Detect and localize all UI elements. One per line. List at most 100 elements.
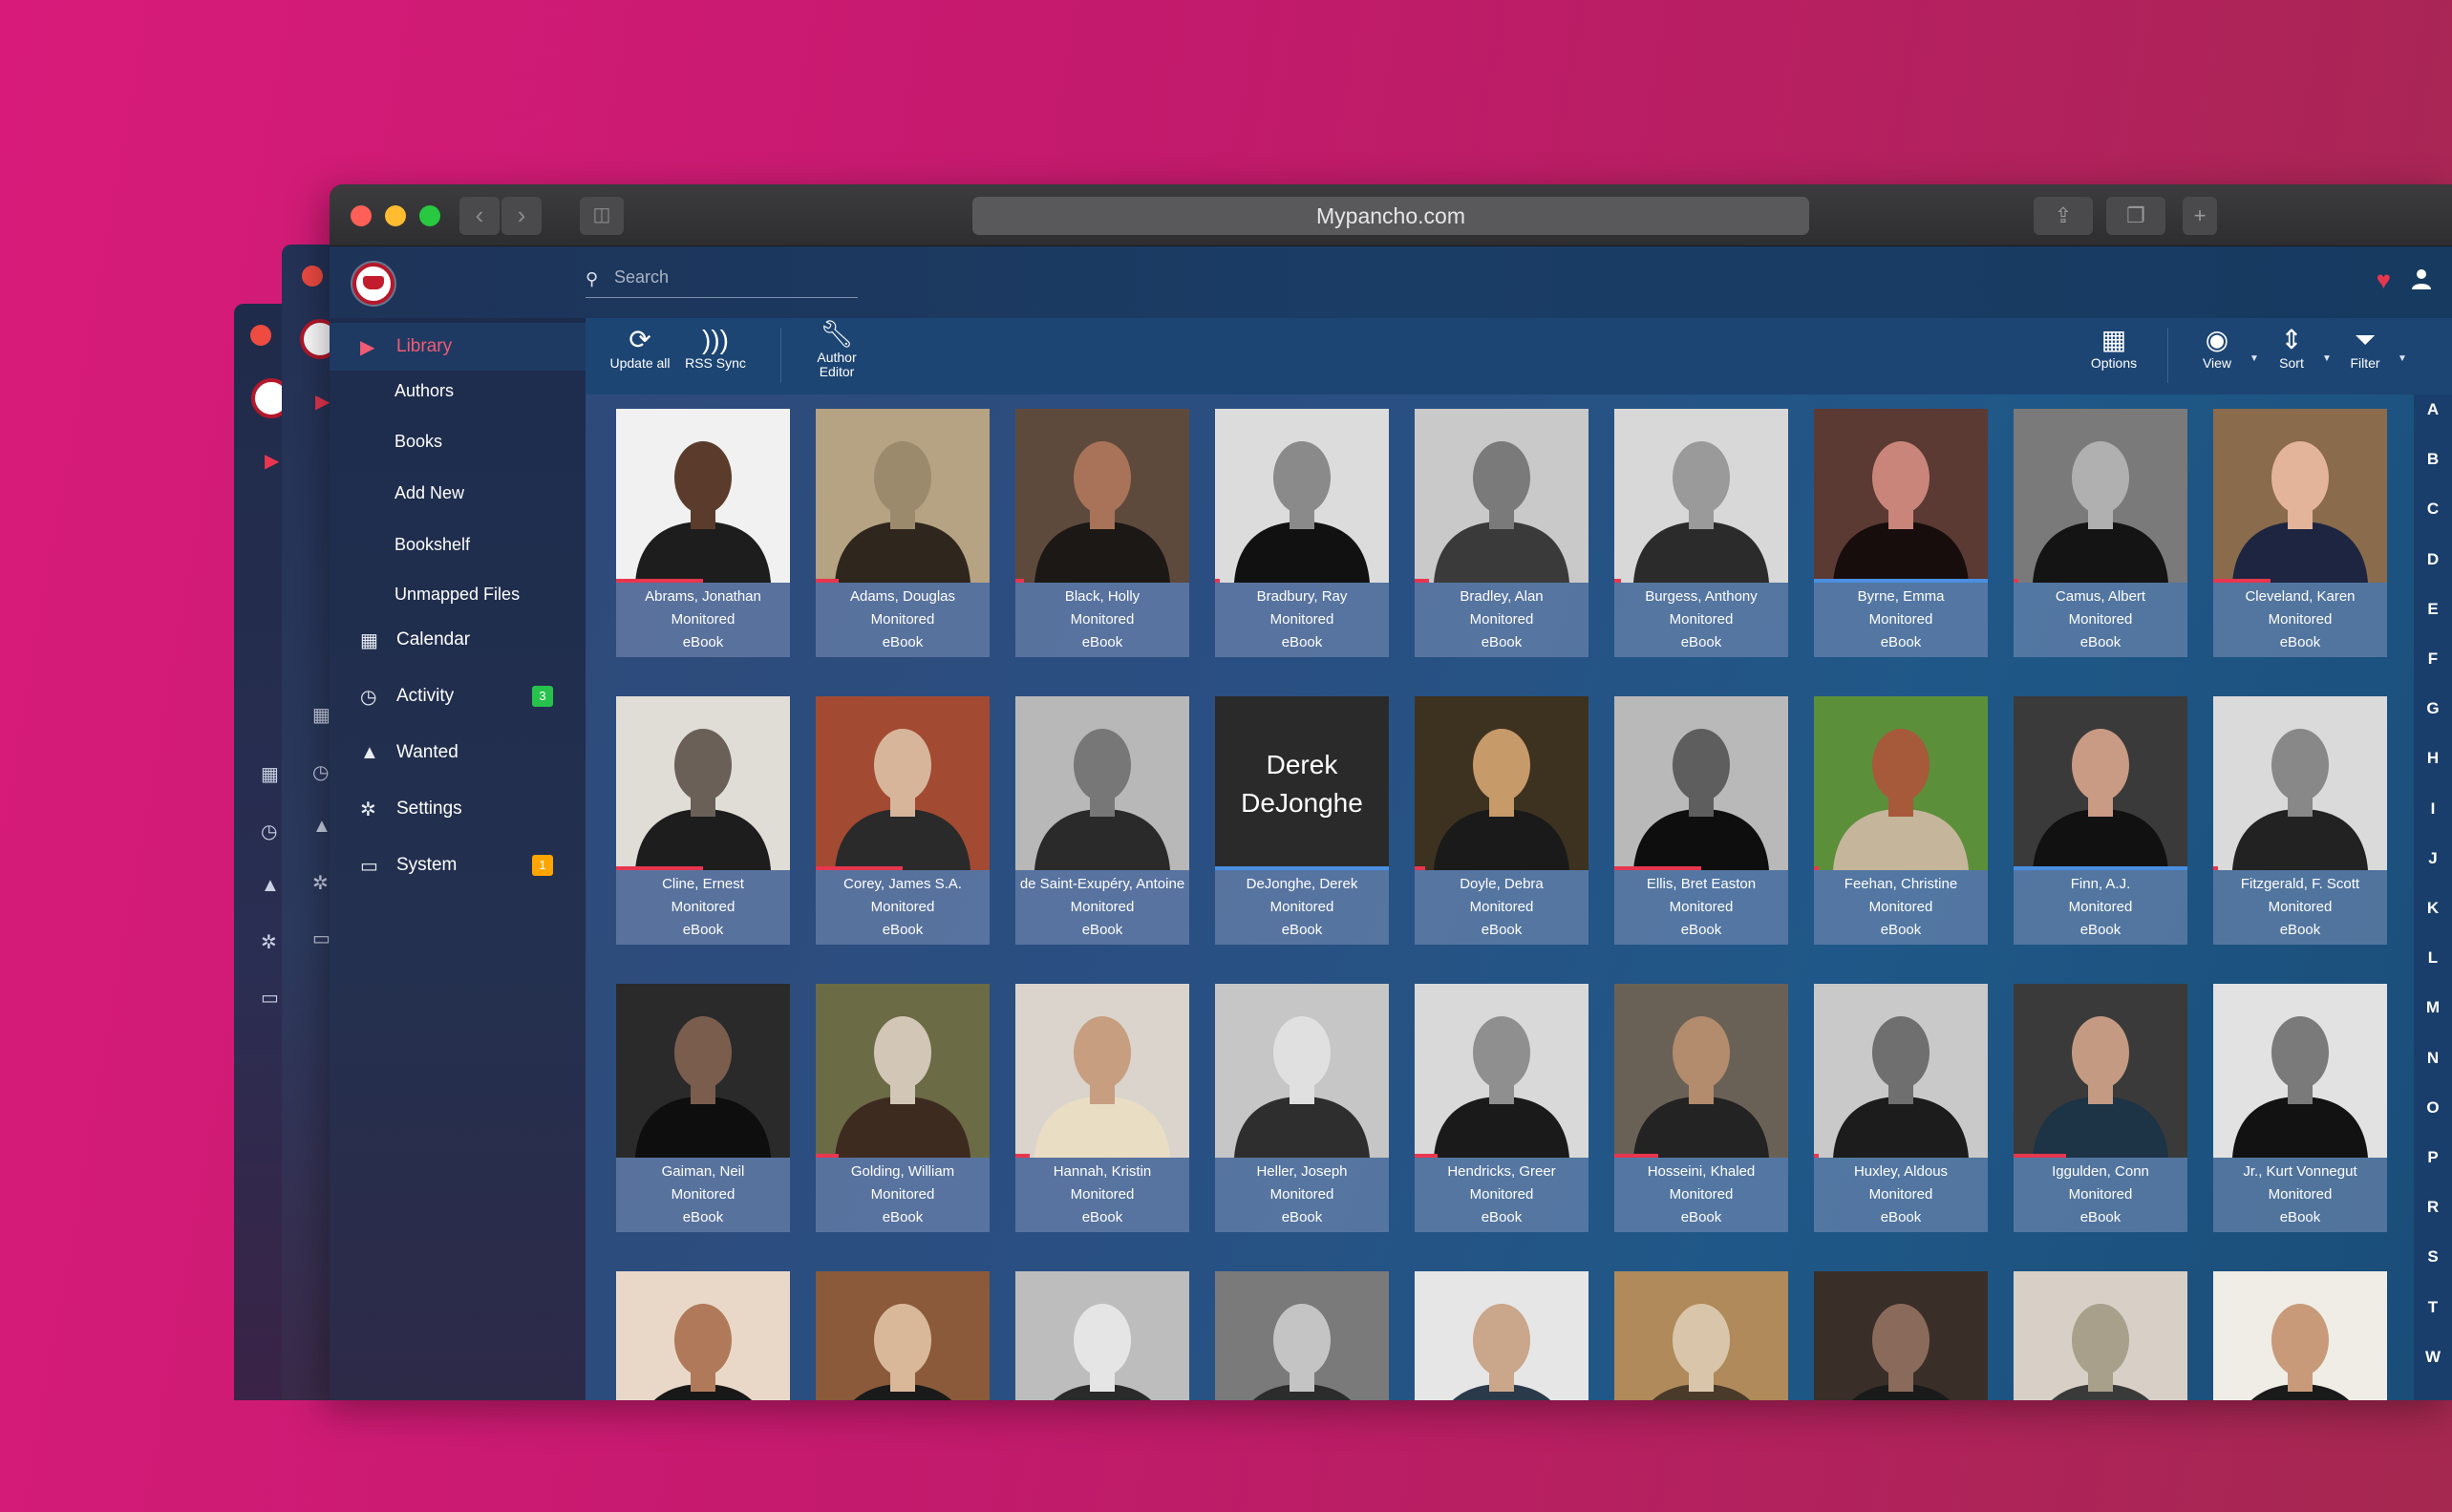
tabs-overview-icon[interactable]: ❐	[2106, 197, 2165, 235]
zoom-window-button[interactable]	[419, 205, 440, 226]
address-bar[interactable]: Mypancho.com	[972, 197, 1809, 235]
jump-letter[interactable]: M	[2414, 998, 2452, 1017]
author-photo[interactable]	[1415, 984, 1588, 1158]
user-icon[interactable]	[2410, 267, 2433, 290]
author-photo[interactable]	[1814, 409, 1988, 583]
jump-letter[interactable]: E	[2414, 600, 2452, 619]
author-poster-card[interactable]: Hosseini, Khaled Monitored eBook	[1614, 984, 1788, 1232]
back-arrow-icon[interactable]: ‹	[459, 197, 500, 235]
author-poster-card[interactable]: Jr., Kurt Vonnegut Monitored eBook	[2213, 984, 2387, 1232]
author-poster-card[interactable]	[1015, 1271, 1189, 1400]
author-poster-card[interactable]	[1814, 1271, 1988, 1400]
author-photo[interactable]	[1015, 409, 1189, 583]
author-poster-card[interactable]	[1215, 1271, 1389, 1400]
sidebar-item-system[interactable]: ▭ System 1	[330, 841, 586, 889]
author-photo[interactable]	[1814, 984, 1988, 1158]
sort-menu-button[interactable]: ⇕ Sort	[2263, 324, 2320, 371]
author-poster-card[interactable]: Byrne, Emma Monitored eBook	[1814, 409, 1988, 657]
jump-letter[interactable]: W	[2414, 1348, 2452, 1367]
author-photo[interactable]	[1215, 984, 1389, 1158]
author-photo[interactable]	[1614, 1271, 1788, 1400]
author-poster-card[interactable]: Bradbury, Ray Monitored eBook	[1215, 409, 1389, 657]
author-poster-card[interactable]: Cleveland, Karen Monitored eBook	[2213, 409, 2387, 657]
jump-letter[interactable]: F	[2414, 650, 2452, 669]
new-tab-icon[interactable]: +	[2183, 197, 2217, 235]
author-editor-button[interactable]: 🔧︎ Author Editor	[803, 318, 870, 379]
author-poster-card[interactable]: Hannah, Kristin Monitored eBook	[1015, 984, 1189, 1232]
author-poster-card[interactable]: Heller, Joseph Monitored eBook	[1215, 984, 1389, 1232]
jump-letter[interactable]: P	[2414, 1148, 2452, 1167]
sidebar-item-add-new[interactable]: Add New	[394, 483, 464, 503]
author-poster-card[interactable]: Derek DeJonghe DeJonghe, Derek Monitored eBo…	[1215, 696, 1389, 945]
author-photo[interactable]: Derek DeJonghe	[1215, 696, 1389, 870]
jump-letter[interactable]: G	[2414, 699, 2452, 718]
author-photo[interactable]	[616, 696, 790, 870]
forward-arrow-icon[interactable]: ›	[501, 197, 542, 235]
author-poster-card[interactable]: Ellis, Bret Easton Monitored eBook	[1614, 696, 1788, 945]
author-photo[interactable]	[1614, 696, 1788, 870]
heart-icon[interactable]: ♥	[2377, 266, 2391, 295]
author-poster-card[interactable]	[616, 1271, 790, 1400]
sidebar-item-books[interactable]: Books	[394, 432, 442, 452]
author-photo[interactable]	[1415, 1271, 1588, 1400]
author-photo[interactable]	[2213, 984, 2387, 1158]
author-photo[interactable]	[816, 696, 990, 870]
sidebar-item-unmapped-files[interactable]: Unmapped Files	[394, 585, 520, 605]
search-input[interactable]	[614, 267, 853, 287]
author-poster-card[interactable]: Iggulden, Conn Monitored eBook	[2014, 984, 2187, 1232]
rss-sync-button[interactable]: ))) RSS Sync	[684, 324, 747, 371]
jump-letter[interactable]: K	[2414, 899, 2452, 918]
author-poster-card[interactable]: Doyle, Debra Monitored eBook	[1415, 696, 1588, 945]
jump-letter[interactable]: B	[2414, 450, 2452, 469]
sidebar-toggle-icon[interactable]: ◫	[580, 197, 624, 235]
share-icon[interactable]: ⇪	[2034, 197, 2093, 235]
jump-letter[interactable]: O	[2414, 1098, 2452, 1118]
author-poster-card[interactable]	[2014, 1271, 2187, 1400]
jump-letter[interactable]: D	[2414, 550, 2452, 569]
readarr-logo-icon[interactable]	[352, 263, 394, 305]
view-menu-button[interactable]: ◉ View	[2188, 324, 2246, 371]
sidebar-item-settings[interactable]: ✲ Settings	[330, 785, 586, 833]
author-photo[interactable]	[1415, 696, 1588, 870]
author-poster-card[interactable]: Cline, Ernest Monitored eBook	[616, 696, 790, 945]
options-button[interactable]: ▦ Options	[2082, 324, 2145, 371]
author-photo[interactable]	[1015, 1271, 1189, 1400]
author-photo[interactable]	[816, 984, 990, 1158]
author-poster-card[interactable]: Hendricks, Greer Monitored eBook	[1415, 984, 1588, 1232]
author-poster-card[interactable]: Finn, A.J. Monitored eBook	[2014, 696, 2187, 945]
author-poster-card[interactable]	[2213, 1271, 2387, 1400]
sidebar-item-calendar[interactable]: ▦ Calendar	[330, 616, 586, 664]
author-photo[interactable]	[2213, 696, 2387, 870]
author-photo[interactable]	[1215, 1271, 1389, 1400]
author-photo[interactable]	[616, 984, 790, 1158]
author-photo[interactable]	[1814, 1271, 1988, 1400]
author-photo[interactable]	[2014, 696, 2187, 870]
jump-letter[interactable]: N	[2414, 1049, 2452, 1068]
jump-letter[interactable]: I	[2414, 799, 2452, 819]
author-photo[interactable]	[2213, 409, 2387, 583]
filter-menu-button[interactable]: ⏷ Filter	[2336, 324, 2394, 371]
author-photo[interactable]	[1614, 984, 1788, 1158]
author-photo[interactable]	[1215, 409, 1389, 583]
minimize-window-button[interactable]	[385, 205, 406, 226]
author-photo[interactable]	[2014, 1271, 2187, 1400]
author-poster-card[interactable]: Fitzgerald, F. Scott Monitored eBook	[2213, 696, 2387, 945]
author-poster-card[interactable]: Abrams, Jonathan Monitored eBook	[616, 409, 790, 657]
jump-letter[interactable]: C	[2414, 500, 2452, 519]
author-poster-card[interactable]	[816, 1271, 990, 1400]
close-window-button[interactable]	[351, 205, 372, 226]
author-poster-card[interactable]: de Saint-Exupéry, Antoine Monitored eBook	[1015, 696, 1189, 945]
author-photo[interactable]	[616, 1271, 790, 1400]
update-all-button[interactable]: ⟳ Update all	[607, 324, 673, 371]
author-photo[interactable]	[2014, 409, 2187, 583]
jump-letter[interactable]: A	[2414, 400, 2452, 419]
author-photo[interactable]	[1814, 696, 1988, 870]
author-photo[interactable]	[2014, 984, 2187, 1158]
jump-letter[interactable]: R	[2414, 1198, 2452, 1217]
author-poster-card[interactable]	[1415, 1271, 1588, 1400]
jump-letter[interactable]: S	[2414, 1247, 2452, 1267]
sidebar-item-wanted[interactable]: ▲ Wanted	[330, 729, 586, 777]
sidebar-item-bookshelf[interactable]: Bookshelf	[394, 535, 470, 555]
author-photo[interactable]	[616, 409, 790, 583]
author-poster-card[interactable]: Camus, Albert Monitored eBook	[2014, 409, 2187, 657]
